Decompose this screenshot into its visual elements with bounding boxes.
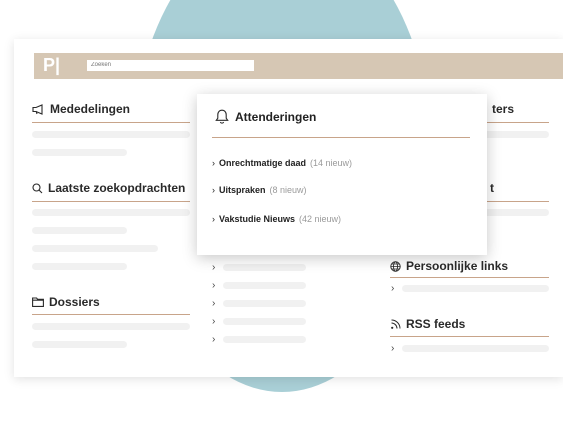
section-title-dossiers: Dossiers: [49, 295, 100, 309]
search-icon: [32, 182, 43, 193]
bell-icon: [215, 109, 229, 124]
placeholder-line: [223, 318, 306, 325]
section-divider: [32, 122, 190, 123]
top-bar: P|: [34, 53, 563, 79]
chevron-right-icon: ›: [212, 316, 216, 327]
section-mededelingen[interactable]: Mededelingen: [32, 102, 130, 116]
placeholder-line: [32, 341, 127, 348]
popup-divider: [212, 137, 470, 138]
placeholder-line: [32, 209, 190, 216]
section-zoekopdrachten[interactable]: Laatste zoekopdrachten: [32, 181, 185, 195]
placeholder-line: [32, 149, 127, 156]
section-rss-feeds[interactable]: RSS feeds: [390, 317, 465, 331]
placeholder-line: [32, 323, 190, 330]
chevron-right-icon: ›: [212, 280, 216, 291]
attendering-item[interactable]: › Uitspraken (8 nieuw): [212, 185, 307, 195]
placeholder-line: [402, 345, 549, 352]
attenderingen-popup: Attenderingen › Onrechtmatige daad (14 n…: [197, 94, 487, 255]
section-title-partial: ters: [492, 102, 515, 116]
placeholder-line: [223, 300, 306, 307]
section-title-persoonlijke-links: Persoonlijke links: [406, 259, 509, 273]
attendering-name: Onrechtmatige daad: [219, 158, 307, 168]
placeholder-line: [223, 264, 306, 271]
popup-title: Attenderingen: [235, 109, 317, 124]
attendering-count: (14 nieuw): [310, 158, 353, 168]
section-divider: [32, 201, 190, 202]
search-input[interactable]: [87, 60, 254, 71]
attendering-item[interactable]: › Vakstudie Nieuws (42 nieuw): [212, 214, 341, 224]
chevron-right-icon: ›: [391, 343, 395, 354]
chevron-right-icon: ›: [212, 262, 216, 273]
rss-icon: [391, 319, 401, 329]
section-dossiers[interactable]: Dossiers: [32, 295, 100, 309]
chevron-right-icon: ›: [212, 214, 215, 224]
section-persoonlijke-links[interactable]: Persoonlijke links: [390, 259, 508, 273]
placeholder-line: [32, 131, 190, 138]
placeholder-line: [402, 285, 549, 292]
section-divider: [32, 314, 190, 315]
attendering-count: (8 nieuw): [269, 185, 307, 195]
section-divider: [390, 336, 549, 337]
attendering-name: Uitspraken: [219, 185, 266, 195]
section-divider: [390, 277, 549, 278]
attendering-item[interactable]: › Onrechtmatige daad (14 nieuw): [212, 158, 352, 168]
megaphone-icon: [32, 103, 43, 115]
section-title-rss-feeds: RSS feeds: [406, 317, 466, 331]
section-title-mededelingen: Mededelingen: [50, 102, 131, 116]
chevron-right-icon: ›: [212, 185, 215, 195]
section-title-zoekopdrachten: Laatste zoekopdrachten: [48, 181, 186, 195]
chevron-right-icon: ›: [212, 158, 215, 168]
chevron-right-icon: ›: [212, 298, 216, 309]
logo[interactable]: P|: [43, 55, 60, 76]
folder-icon: [32, 297, 44, 307]
section-partial-ters[interactable]: ters: [492, 102, 514, 116]
placeholder-line: [32, 245, 158, 252]
attendering-count: (42 nieuw): [299, 214, 342, 224]
placeholder-line: [32, 263, 127, 270]
section-partial-t[interactable]: t: [490, 181, 494, 195]
attendering-name: Vakstudie Nieuws: [219, 214, 296, 224]
placeholder-line: [223, 282, 306, 289]
placeholder-line: [32, 227, 127, 234]
placeholder-line: [223, 336, 306, 343]
section-title-partial: t: [490, 181, 494, 195]
chevron-right-icon: ›: [212, 334, 216, 345]
popup-header: Attenderingen: [215, 109, 316, 124]
globe-icon: [390, 260, 401, 272]
chevron-right-icon: ›: [391, 283, 395, 294]
